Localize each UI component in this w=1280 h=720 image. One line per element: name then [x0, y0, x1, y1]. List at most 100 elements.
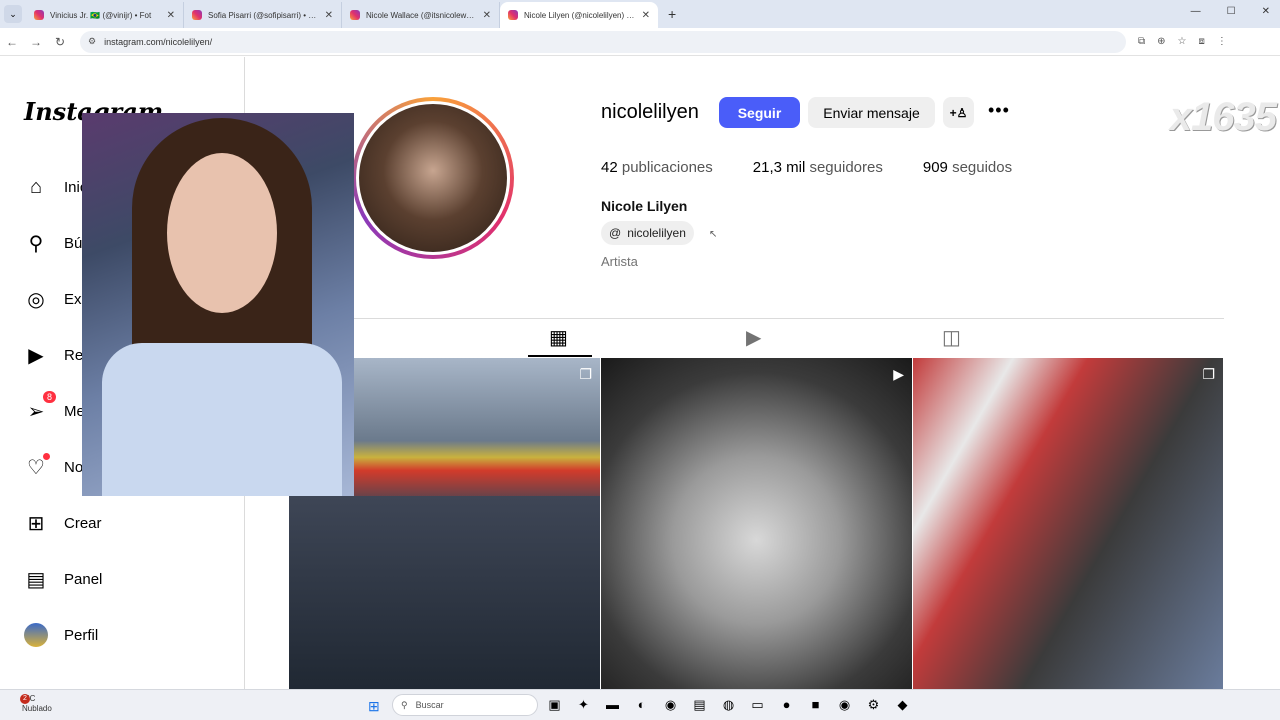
- file-explorer-icon[interactable]: ▬: [604, 696, 621, 713]
- address-bar[interactable]: ⚙ instagram.com/nicolelilyen/: [80, 30, 1126, 53]
- edge-icon[interactable]: ◐: [633, 696, 650, 713]
- followers-label: seguidores: [809, 159, 883, 176]
- post-thumbnail-lower[interactable]: [289, 496, 600, 689]
- posts-grid: ❐ ▶ ❐: [289, 358, 1223, 689]
- toolbar-icons: ⧉ ⊕ ☆ ⧈ ⋮: [1138, 36, 1227, 47]
- messages-icon: ➢ 8: [24, 391, 56, 423]
- close-tab-icon[interactable]: ✕: [325, 10, 333, 21]
- post-thumbnail[interactable]: ❐: [913, 358, 1223, 689]
- close-tab-icon[interactable]: ✕: [642, 10, 650, 21]
- post-thumbnail[interactable]: ▶: [601, 358, 912, 689]
- active-tab-indicator: [528, 355, 592, 357]
- notification-dot: [43, 453, 50, 460]
- epic-games-icon[interactable]: ◆: [894, 696, 911, 713]
- following-label: seguidos: [952, 159, 1013, 176]
- posts-grid-icon[interactable]: ▦: [549, 325, 568, 350]
- install-icon[interactable]: ⧉: [1138, 36, 1145, 47]
- sidebar-item-label: Panel: [64, 570, 103, 588]
- mouse-cursor-icon: ↖: [709, 229, 718, 240]
- more-options-icon[interactable]: •••: [988, 100, 1010, 121]
- browser-tab[interactable]: Nicole Wallace (@itsnicolewalla ✕: [342, 2, 500, 28]
- stream-overlay-text: x1635: [1169, 95, 1277, 139]
- new-tab-icon[interactable]: +: [668, 6, 676, 22]
- chrome-icon[interactable]: ◉: [836, 696, 853, 713]
- chrome-icon[interactable]: ◉: [662, 696, 679, 713]
- profile-picture[interactable]: [352, 97, 514, 259]
- windows-start-icon[interactable]: ⊞: [368, 698, 380, 715]
- threads-handle: nicolelilyen: [627, 226, 686, 240]
- instagram-favicon-icon: [508, 10, 518, 20]
- close-tab-icon[interactable]: ✕: [167, 10, 175, 21]
- suggest-user-button[interactable]: +♙: [943, 97, 974, 128]
- following-stat[interactable]: 909 seguidos: [923, 159, 1012, 176]
- store-icon[interactable]: ▤: [691, 696, 708, 713]
- reels-tab-icon[interactable]: ▶: [746, 325, 761, 350]
- menu-icon[interactable]: ⋮: [1217, 36, 1227, 47]
- threads-icon: @: [609, 226, 622, 240]
- tab-title: Vinicius Jr. 🇧🇷 (@vinijr) • Fot: [50, 10, 152, 20]
- tab-title: Sofia Pisarri (@sofipisarri) • Fot: [208, 10, 319, 20]
- sidebar-item-dashboard[interactable]: ▤ Panel: [24, 567, 103, 591]
- url-text: instagram.com/nicolelilyen/: [104, 36, 213, 47]
- browser-tab[interactable]: Sofia Pisarri (@sofipisarri) • Fot ✕: [184, 2, 342, 28]
- forward-icon[interactable]: →: [24, 35, 48, 49]
- plus-square-icon: ⊞: [27, 512, 45, 535]
- extensions-icon[interactable]: ⧈: [1199, 36, 1205, 47]
- threads-link[interactable]: @ nicolelilyen: [601, 221, 694, 245]
- add-user-icon: +♙: [949, 105, 968, 120]
- obs-icon[interactable]: ●: [778, 696, 795, 713]
- steam-icon[interactable]: ◍: [720, 696, 737, 713]
- chart-icon: ▤: [26, 568, 46, 591]
- tagged-tab-icon[interactable]: ◫: [942, 325, 961, 350]
- posts-count: 42: [601, 159, 618, 176]
- maximize-icon[interactable]: ☐: [1227, 6, 1236, 17]
- tab-search-button[interactable]: ⌄: [4, 5, 22, 23]
- browser-tab-bar: ⌄ Vinicius Jr. 🇧🇷 (@vinijr) • Fot ✕ Sofia…: [0, 0, 1280, 28]
- search-placeholder: Buscar: [415, 700, 444, 710]
- profile-full-name: Nicole Lilyen: [601, 198, 688, 214]
- spotify-icon[interactable]: ■: [807, 696, 824, 713]
- followers-stat[interactable]: 21,3 mil seguidores: [753, 159, 883, 176]
- weather-badge: 2: [20, 694, 30, 704]
- taskbar-search[interactable]: ⚲ Buscar: [392, 694, 538, 716]
- sidebar-item-label: Crear: [64, 514, 102, 532]
- send-message-button[interactable]: Enviar mensaje: [808, 97, 935, 128]
- heart-icon: ♡: [24, 453, 50, 479]
- weather-widget[interactable]: 2 8°C Nublado: [20, 694, 52, 714]
- windows-taskbar: 2 8°C Nublado ⊞ ⚲ Buscar ▣ ✦ ▬ ◐ ◉ ▤ ◍ ▭ …: [0, 689, 1280, 720]
- instagram-favicon-icon: [192, 10, 202, 20]
- profile-category: Artista: [601, 254, 638, 269]
- posts-stat[interactable]: 42 publicaciones: [601, 159, 713, 176]
- browser-tab[interactable]: Vinicius Jr. 🇧🇷 (@vinijr) • Fot ✕: [26, 2, 184, 28]
- star-icon[interactable]: ☆: [1178, 36, 1187, 47]
- task-view-icon[interactable]: ▣: [546, 696, 563, 713]
- webcam-body: [102, 343, 342, 496]
- site-info-icon[interactable]: ⚙: [88, 36, 96, 47]
- sidebar-item-label: Perfil: [64, 626, 99, 644]
- followers-count: 21,3 mil: [752, 159, 806, 176]
- avatar: [24, 623, 48, 647]
- webcam-face: [167, 153, 277, 313]
- settings-icon[interactable]: ⚙: [865, 696, 882, 713]
- browser-tab-active[interactable]: Nicole Lilyen (@nicolelilyen) • F ✕: [500, 2, 658, 28]
- zoom-icon[interactable]: ⊕: [1157, 36, 1165, 47]
- following-count: 909: [922, 159, 948, 176]
- sidebar-item-create[interactable]: ⊞ Crear: [24, 511, 102, 535]
- close-tab-icon[interactable]: ✕: [483, 10, 491, 21]
- carousel-icon: ❐: [579, 366, 592, 382]
- close-window-icon[interactable]: ✕: [1262, 6, 1270, 17]
- reel-icon: ▶: [893, 366, 904, 382]
- copilot-icon[interactable]: ✦: [575, 696, 592, 713]
- follow-button[interactable]: Seguir: [719, 97, 800, 128]
- reload-icon[interactable]: ↻: [48, 35, 72, 49]
- browser-toolbar: ← → ↻ ⚙ instagram.com/nicolelilyen/ ⧉ ⊕ …: [0, 28, 1280, 56]
- tab-title: Nicole Wallace (@itsnicolewalla: [366, 10, 477, 20]
- profile-stats: 42 publicaciones 21,3 mil seguidores 909…: [601, 159, 1012, 176]
- sidebar-item-profile[interactable]: Perfil: [24, 623, 98, 647]
- compass-icon: ◎: [27, 288, 45, 311]
- back-icon[interactable]: ←: [0, 35, 24, 49]
- minimize-icon[interactable]: —: [1191, 6, 1201, 17]
- instagram-favicon-icon: [34, 10, 44, 20]
- instagram-favicon-icon: [350, 10, 360, 20]
- terminal-icon[interactable]: ▭: [749, 696, 766, 713]
